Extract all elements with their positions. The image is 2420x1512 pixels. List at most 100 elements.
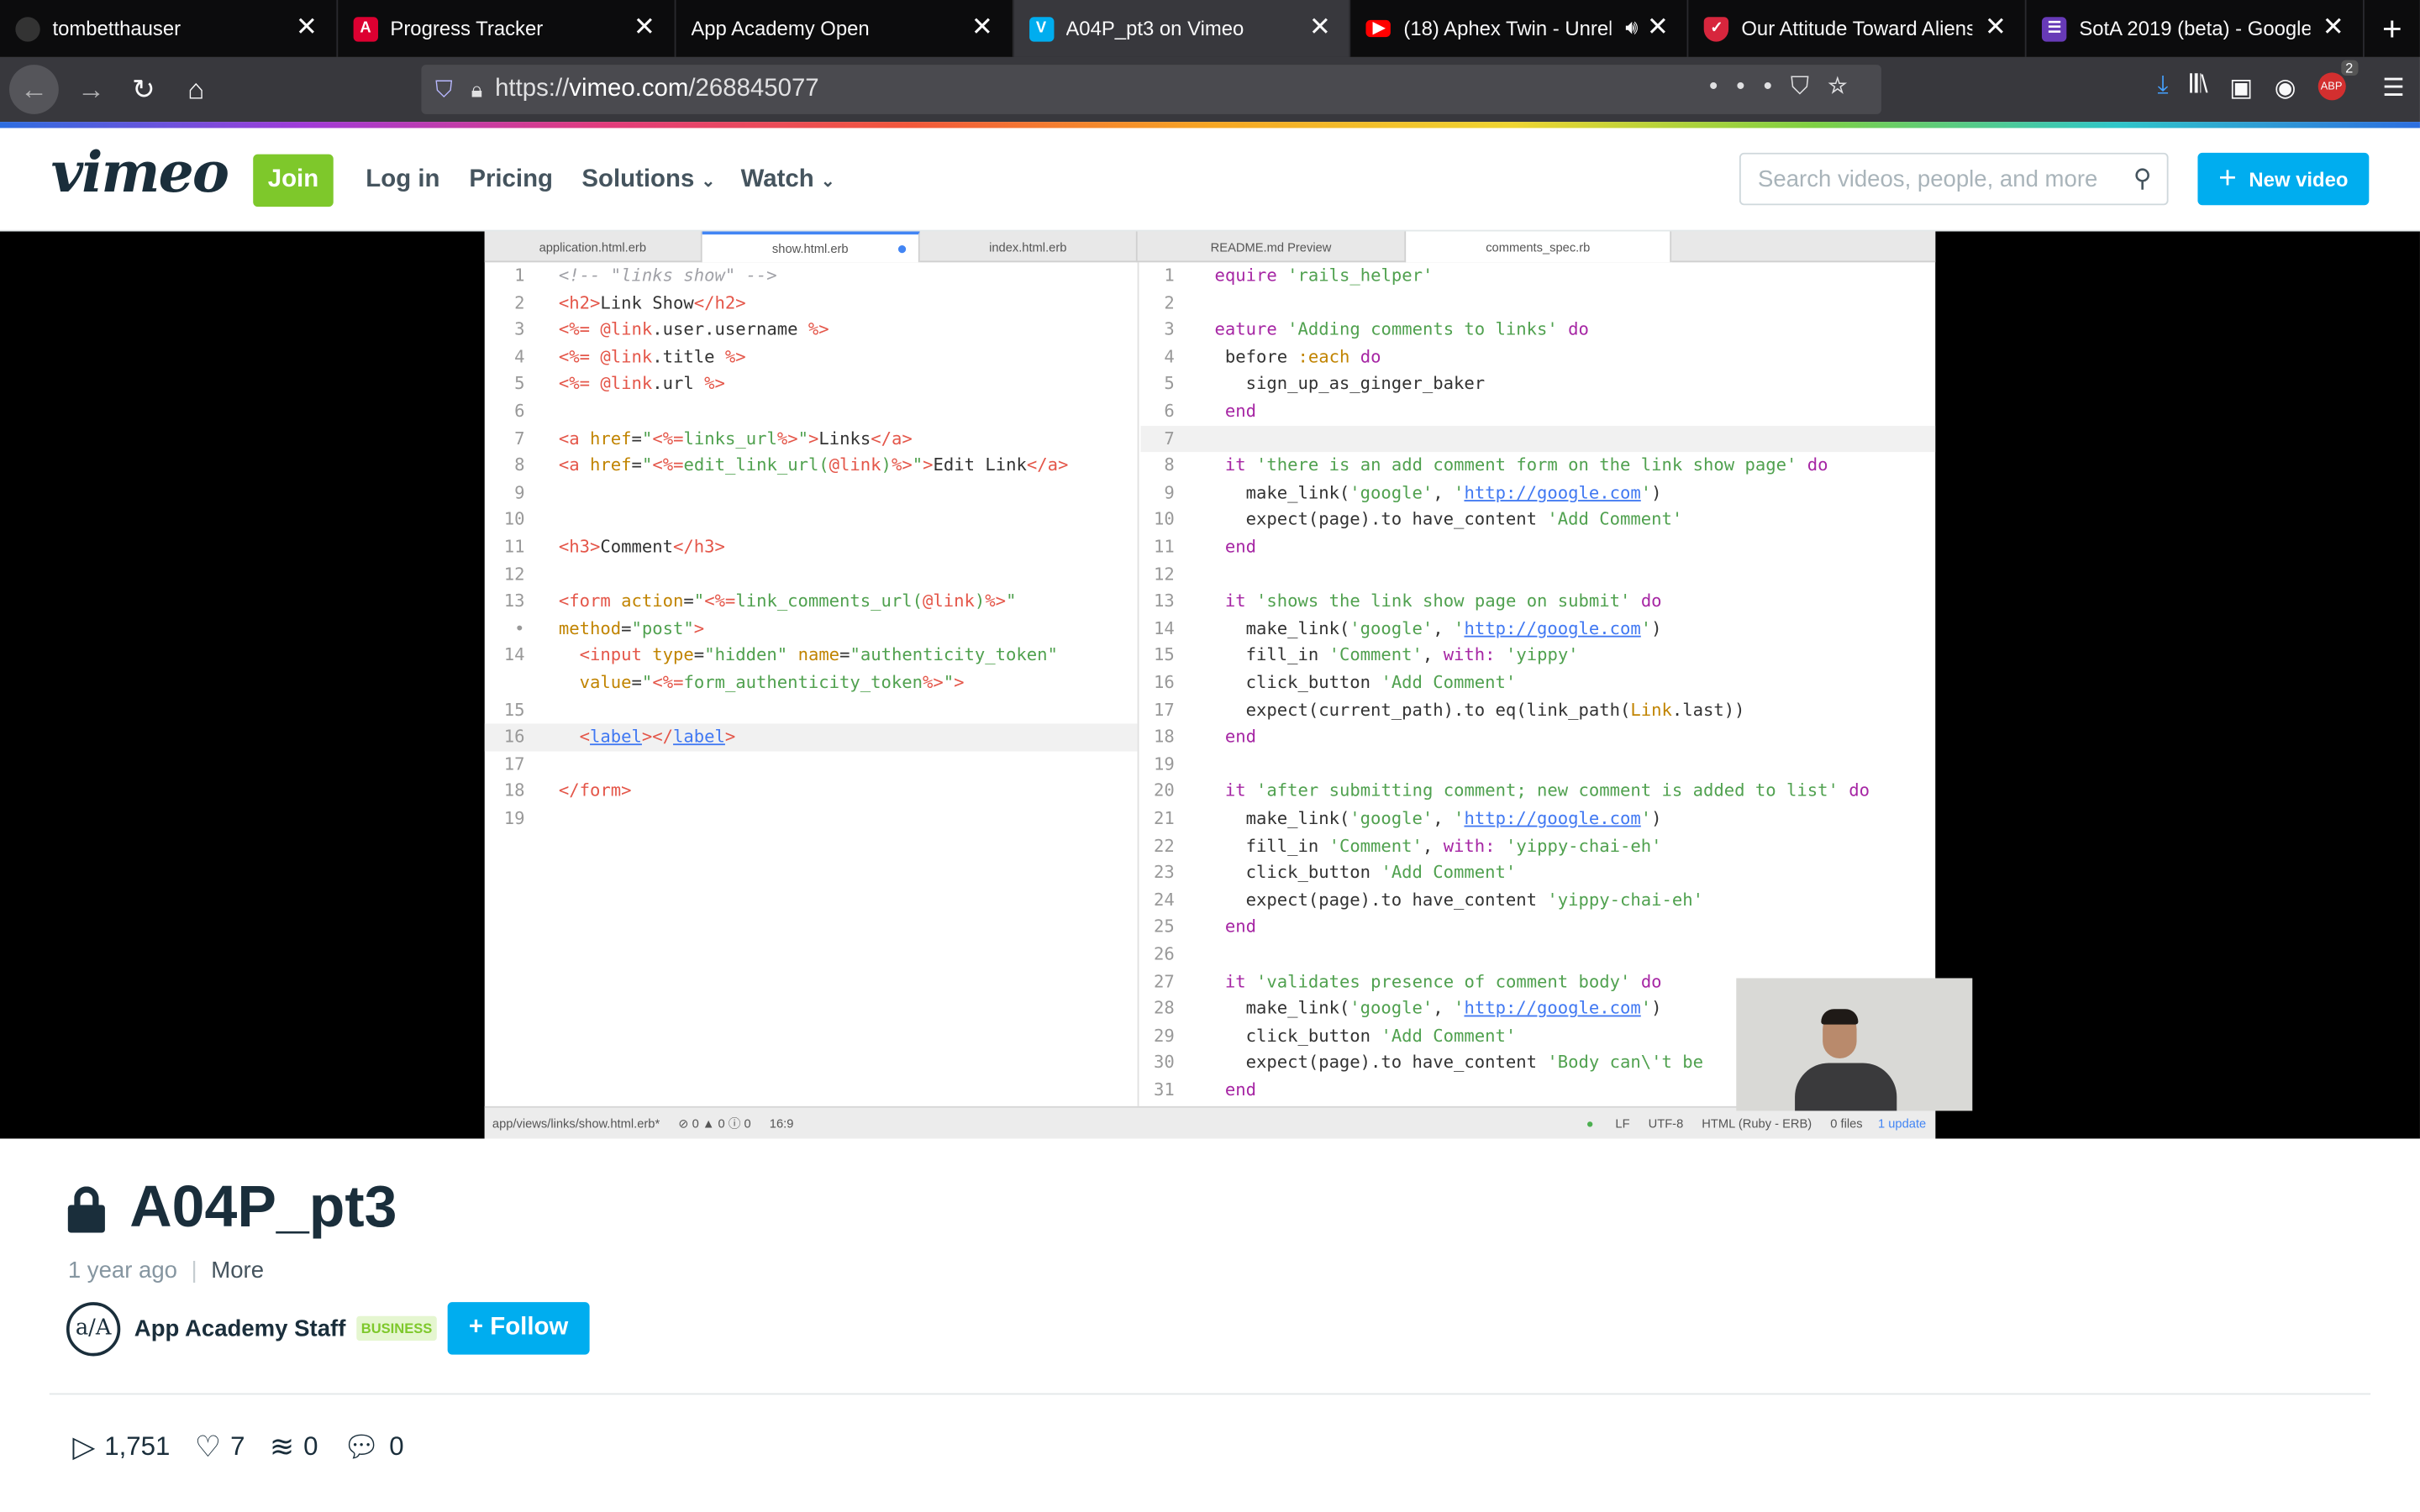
code-line: 6: [485, 398, 1138, 425]
tab-title: tombetthauser: [52, 17, 182, 40]
tab-pocket[interactable]: ✓ Our Attitude Toward Aliens ✕: [1689, 0, 2027, 57]
code-text: fill_in 'Comment', with: 'yippy': [1214, 645, 1579, 666]
line-number: 27: [1153, 971, 1175, 992]
code-line: 3 <%= @link.user.username %>: [485, 317, 1138, 344]
url-bar[interactable]: ⛉ 🔒︎ https://vimeo.com/268845077 •••⛉☆: [421, 65, 1881, 114]
login-link[interactable]: Log in: [366, 166, 439, 194]
speaker-icon[interactable]: 🔊︎: [1625, 15, 1638, 39]
pricing-link[interactable]: Pricing: [469, 166, 553, 194]
line-number: 14: [503, 645, 525, 666]
code-text: <form action="<%=link_comments_url(@link…: [558, 591, 1017, 612]
code-line: 1 equire 'rails_helper': [1140, 262, 1935, 289]
shield-icon[interactable]: ⛉: [435, 76, 453, 102]
close-icon[interactable]: ✕: [296, 13, 318, 44]
menu-icon[interactable]: ☰: [2382, 72, 2404, 103]
modified-dot-icon: [897, 245, 907, 254]
business-badge: BUSINESS: [356, 1315, 437, 1341]
watch-menu[interactable]: Watch ⌄: [741, 166, 835, 194]
tab-app-academy[interactable]: App Academy Open ✕: [676, 0, 1013, 57]
code-line: value="<%=form_authenticity_token%>">: [485, 669, 1138, 696]
code-text: end: [1224, 727, 1257, 748]
code-text: click_button 'Add Comment': [1214, 672, 1517, 693]
close-icon[interactable]: ✕: [1647, 13, 1669, 44]
code-line: 17: [485, 751, 1138, 778]
code-line: 19: [485, 806, 1138, 832]
code-text: eature 'Adding comments to links' do: [1214, 319, 1589, 340]
line-number: 1: [514, 265, 525, 286]
code-text: expect(page).to have_content 'yippy-chai…: [1214, 890, 1703, 911]
library-icon[interactable]: 𝄃𝄃\: [2190, 72, 2207, 103]
likes-stat[interactable]: ♡ 7: [195, 1430, 245, 1465]
code-text: <%= @link.title %>: [558, 346, 746, 367]
search-input[interactable]: Search videos, people, and more ⚲: [1739, 152, 2169, 206]
tab-google-forms[interactable]: ☰ SotA 2019 (beta) - Google ✕: [2027, 0, 2365, 57]
collections-stat[interactable]: ≋ 0: [270, 1430, 318, 1465]
forward-button[interactable]: →: [65, 73, 117, 106]
tab-title: Our Attitude Toward Aliens: [1741, 17, 1973, 40]
code-text: make_link('google', 'http://google.com'): [1214, 618, 1662, 639]
back-button[interactable]: ←: [9, 65, 59, 114]
adblock-icon[interactable]: ABP 2: [2317, 60, 2358, 101]
solutions-menu[interactable]: Solutions ⌄: [581, 166, 715, 194]
url-text[interactable]: https://vimeo.com/268845077: [495, 76, 819, 103]
code-text: click_button 'Add Comment': [1214, 863, 1517, 883]
line-number: 12: [1153, 564, 1175, 585]
code-text: end: [1224, 537, 1257, 558]
join-button[interactable]: Join: [253, 154, 334, 207]
video-frame-code-editor: application.html.erb show.html.erb index…: [484, 231, 1936, 1139]
code-text: end: [1224, 401, 1257, 422]
close-icon[interactable]: ✕: [634, 13, 655, 44]
tab-youtube[interactable]: ▶ (18) Aphex Twin - Unrel 🔊︎ ✕: [1351, 0, 1689, 57]
more-link[interactable]: More: [211, 1257, 264, 1284]
tab-progress-tracker[interactable]: A Progress Tracker ✕: [338, 0, 676, 57]
owner-avatar[interactable]: a/A: [66, 1301, 121, 1356]
code-text: <!-- "links show" -->: [558, 265, 777, 286]
code-line: 7: [1140, 425, 1936, 453]
close-icon[interactable]: ✕: [1985, 13, 2007, 44]
pocket-icon: ✓: [1704, 16, 1729, 41]
follow-button[interactable]: + Follow: [447, 1302, 590, 1355]
reload-button[interactable]: ↻: [118, 73, 170, 106]
tab-vimeo[interactable]: V A04P_pt3 on Vimeo ✕: [1013, 0, 1351, 57]
line-number: 23: [1153, 863, 1175, 883]
github-icon: [15, 16, 40, 41]
code-line: 20 it 'after submitting comment; new com…: [1140, 778, 1935, 805]
line-number: •: [514, 618, 525, 639]
comments-stat[interactable]: 💬︎ 0: [343, 1429, 404, 1466]
line-number: 14: [1153, 618, 1175, 639]
vimeo-logo[interactable]: vimeo: [51, 140, 229, 205]
close-icon[interactable]: ✕: [2323, 13, 2344, 44]
tab-github[interactable]: tombetthauser ✕: [0, 0, 338, 57]
line-number: 5: [1164, 374, 1175, 395]
new-video-button[interactable]: + New video: [2197, 152, 2370, 206]
line-number: 11: [503, 537, 525, 558]
code-text: <input type="hidden" name="authenticity_…: [579, 645, 1058, 666]
chevron-down-icon: ⌄: [820, 172, 835, 192]
close-icon[interactable]: ✕: [1309, 13, 1331, 44]
code-line: 5 <%= @link.url %>: [485, 371, 1138, 398]
page-actions[interactable]: •••⛉☆: [1709, 74, 1866, 102]
code-text: expect(current_path).to eq(link_path(Lin…: [1214, 700, 1745, 720]
sidebar-icon[interactable]: ▣: [2229, 72, 2253, 103]
home-button[interactable]: ⌂: [170, 73, 222, 106]
download-icon[interactable]: ⤓: [2157, 72, 2168, 103]
close-icon[interactable]: ✕: [971, 13, 993, 44]
code-line: 2: [1140, 290, 1935, 317]
code-line: 11 <h3>Comment</h3>: [485, 533, 1138, 560]
search-icon[interactable]: ⚲: [2133, 164, 2152, 195]
code-text: end: [1224, 916, 1257, 937]
video-player[interactable]: application.html.erb show.html.erb index…: [0, 231, 2420, 1139]
code-line: 16 click_button 'Add Comment': [1140, 669, 1935, 696]
presenter-hair: [1821, 1009, 1859, 1025]
line-number: 20: [1153, 781, 1175, 801]
lock-icon[interactable]: 🔒︎: [471, 76, 483, 102]
site-header: vimeo Join Log in Pricing Solutions ⌄ Wa…: [0, 128, 2420, 232]
code-line: 14 <input type="hidden" name="authentici…: [485, 643, 1138, 669]
status-dot-icon: ●: [1586, 1116, 1594, 1131]
account-icon[interactable]: ◉: [2275, 72, 2296, 103]
owner-name[interactable]: App Academy Staff: [134, 1315, 346, 1341]
code-line: 12: [485, 561, 1138, 588]
new-tab-button[interactable]: +: [2365, 0, 2420, 57]
line-number: 24: [1153, 890, 1175, 911]
code-line: 8 <a href="<%=edit_link_url(@link)%>">Edi…: [485, 452, 1138, 479]
